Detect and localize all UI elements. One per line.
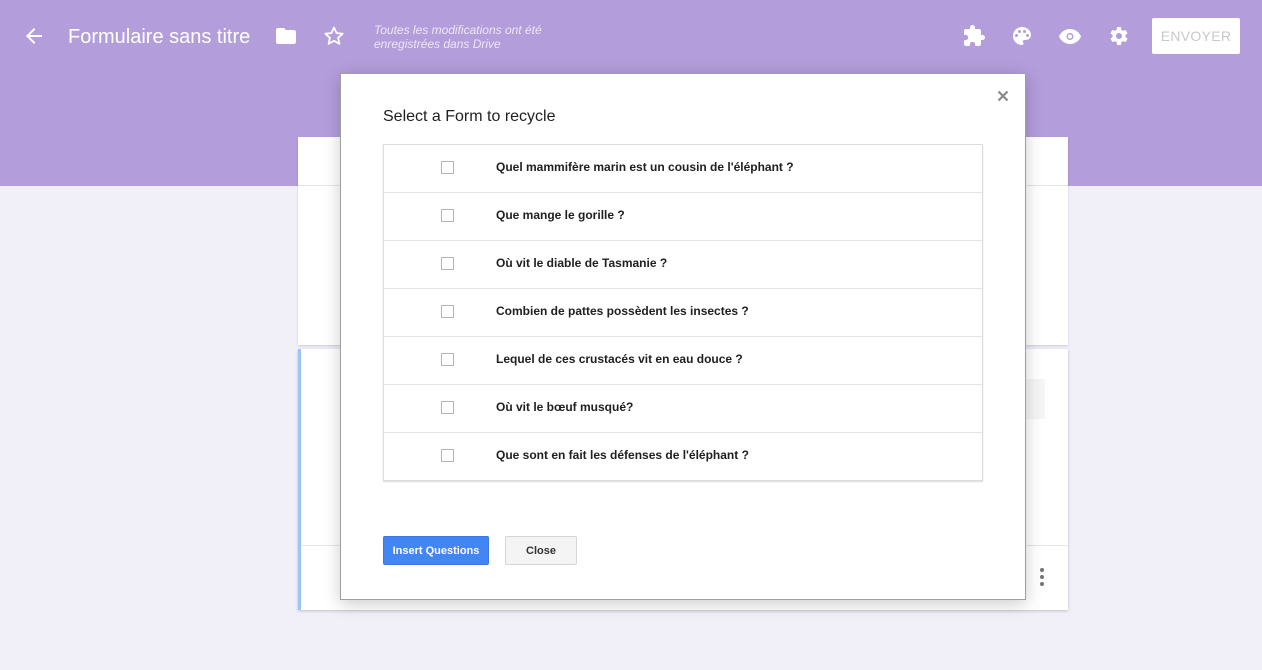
- question-text: Que mange le gorille ?: [496, 208, 625, 222]
- star-icon[interactable]: [322, 24, 346, 48]
- dialog-title: Select a Form to recycle: [383, 108, 556, 125]
- question-checkbox[interactable]: [441, 305, 454, 318]
- question-row[interactable]: Où vit le diable de Tasmanie ?: [384, 240, 982, 288]
- question-text: Quel mammifère marin est un cousin de l'…: [496, 160, 794, 174]
- arrow-back-icon[interactable]: [22, 24, 46, 48]
- close-button[interactable]: Close: [505, 536, 577, 565]
- question-checkbox[interactable]: [441, 209, 454, 222]
- insert-questions-button[interactable]: Insert Questions: [383, 536, 489, 565]
- question-text: Lequel de ces crustacés vit en eau douce…: [496, 352, 743, 366]
- question-row[interactable]: Que sont en fait les défenses de l'éléph…: [384, 432, 982, 480]
- puzzle-icon[interactable]: [962, 24, 986, 48]
- eye-icon[interactable]: [1058, 24, 1082, 48]
- question-text: Où vit le diable de Tasmanie ?: [496, 256, 668, 270]
- question-checkbox[interactable]: [441, 401, 454, 414]
- palette-icon[interactable]: [1010, 24, 1034, 48]
- close-icon[interactable]: [995, 88, 1011, 104]
- question-text: Combien de pattes possèdent les insectes…: [496, 304, 749, 318]
- question-checkbox[interactable]: [441, 257, 454, 270]
- recycle-form-dialog: Select a Form to recycle Quel mammifère …: [340, 73, 1026, 600]
- folder-icon[interactable]: [274, 24, 298, 48]
- question-text: Où vit le bœuf musqué?: [496, 400, 634, 414]
- question-text: Que sont en fait les défenses de l'éléph…: [496, 448, 749, 462]
- question-row[interactable]: Combien de pattes possèdent les insectes…: [384, 288, 982, 336]
- more-vert-icon[interactable]: [1035, 567, 1049, 587]
- gear-icon[interactable]: [1106, 24, 1130, 48]
- form-title[interactable]: Formulaire sans titre: [68, 24, 250, 50]
- question-checkbox[interactable]: [441, 449, 454, 462]
- question-row[interactable]: Lequel de ces crustacés vit en eau douce…: [384, 336, 982, 384]
- question-list: Quel mammifère marin est un cousin de l'…: [383, 144, 983, 481]
- question-checkbox[interactable]: [441, 353, 454, 366]
- question-row[interactable]: Que mange le gorille ?: [384, 192, 982, 240]
- question-row[interactable]: Où vit le bœuf musqué?: [384, 384, 982, 432]
- saved-status: Toutes les modifications ont été enregis…: [374, 23, 542, 51]
- send-button[interactable]: ENVOYER: [1152, 18, 1240, 54]
- question-checkbox[interactable]: [441, 161, 454, 174]
- question-row[interactable]: Quel mammifère marin est un cousin de l'…: [384, 145, 982, 192]
